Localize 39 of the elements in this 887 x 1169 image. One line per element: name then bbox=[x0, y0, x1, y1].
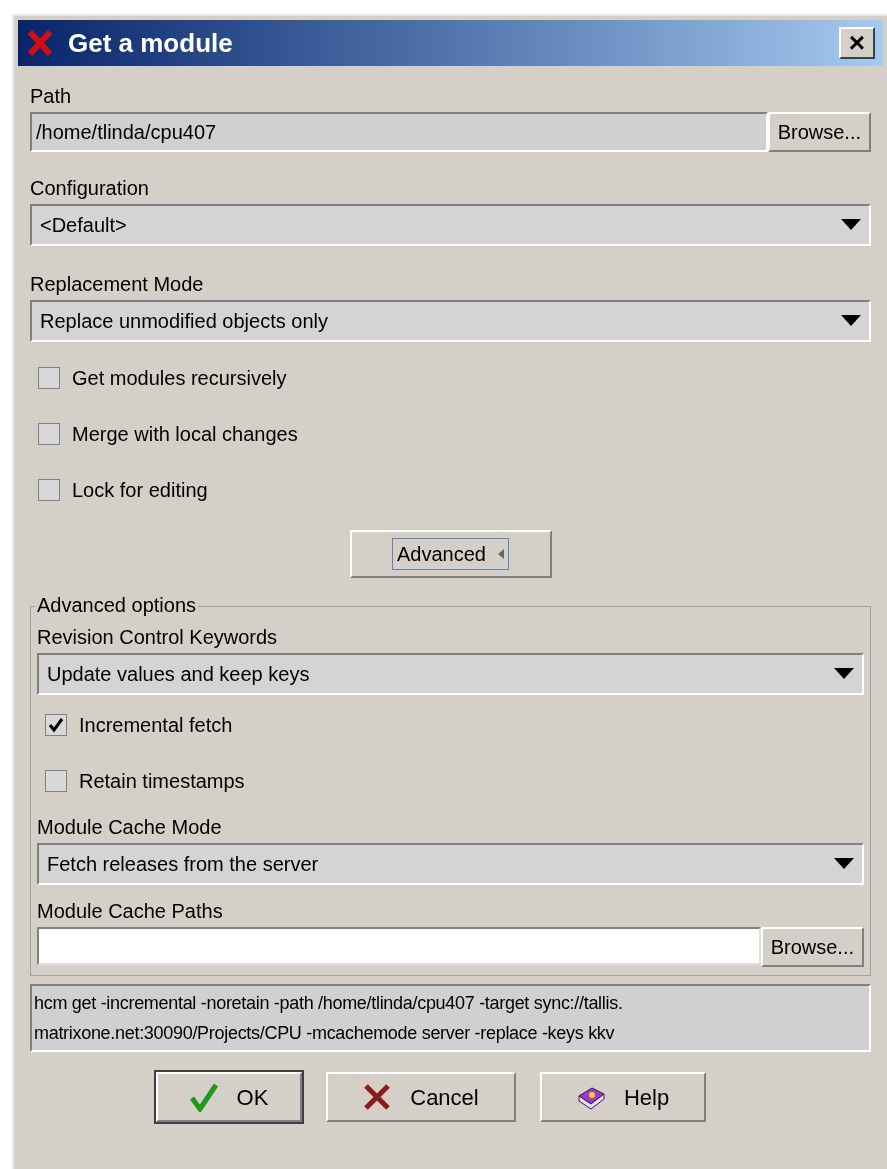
checkbox-label: Lock for editing bbox=[72, 478, 208, 503]
checkbox[interactable] bbox=[38, 423, 60, 445]
browse-button[interactable]: Browse... bbox=[767, 112, 871, 152]
dropdown[interactable]: Fetch releases from the server bbox=[37, 843, 864, 885]
cross-icon bbox=[362, 1082, 393, 1112]
advanced-button[interactable]: Advanced bbox=[349, 530, 552, 578]
path-field[interactable]: /home/tlinda/cpu407 bbox=[30, 112, 768, 152]
field-label: Revision Control Keywords bbox=[37, 625, 279, 649]
field-label: Configuration bbox=[30, 176, 150, 200]
close-button[interactable]: × bbox=[839, 27, 875, 59]
checkbox-label: Merge with local changes bbox=[72, 422, 298, 447]
window-title: Get a module bbox=[68, 26, 234, 60]
field-label: Path bbox=[30, 84, 73, 108]
dropdown[interactable]: Replace unmodified objects only bbox=[30, 300, 871, 342]
checkmark-icon bbox=[188, 1082, 219, 1112]
dropdown[interactable]: <Default> bbox=[30, 204, 871, 246]
dropdown-arrow-icon bbox=[834, 858, 854, 870]
caret-icon bbox=[498, 549, 504, 559]
ok-button[interactable]: OK bbox=[155, 1072, 302, 1122]
checkbox[interactable] bbox=[38, 479, 60, 501]
cross-icon bbox=[26, 28, 54, 58]
field-label: Module Cache Paths bbox=[37, 899, 224, 923]
checkbox[interactable] bbox=[38, 367, 60, 389]
field-label: Replacement Mode bbox=[30, 272, 205, 296]
checkbox[interactable] bbox=[45, 714, 67, 736]
help-button[interactable]: Help bbox=[539, 1072, 706, 1122]
field-label: Module Cache Mode bbox=[37, 815, 223, 839]
dropdown-arrow-icon bbox=[841, 315, 861, 327]
dropdown-arrow-icon bbox=[834, 668, 854, 680]
checkbox[interactable] bbox=[45, 770, 67, 792]
checkbox-label: Retain timestamps bbox=[79, 769, 245, 794]
cache-paths-field[interactable] bbox=[37, 927, 761, 965]
cancel-button[interactable]: Cancel bbox=[325, 1072, 516, 1122]
checkbox-label: Incremental fetch bbox=[79, 713, 233, 738]
dropdown-arrow-icon bbox=[841, 219, 861, 231]
command-preview: hcm get -incremental -noretain -path /home/tlinda/cpu407 -target sync://tallis. matrixone.net:30090/Projects/CPU -mcachemode server -replace -keys kkv bbox=[30, 984, 871, 1052]
checkbox-label: Get modules recursively bbox=[72, 366, 287, 391]
dropdown[interactable]: Update values and keep keys bbox=[37, 653, 864, 695]
browse-button[interactable]: Browse... bbox=[760, 927, 864, 967]
